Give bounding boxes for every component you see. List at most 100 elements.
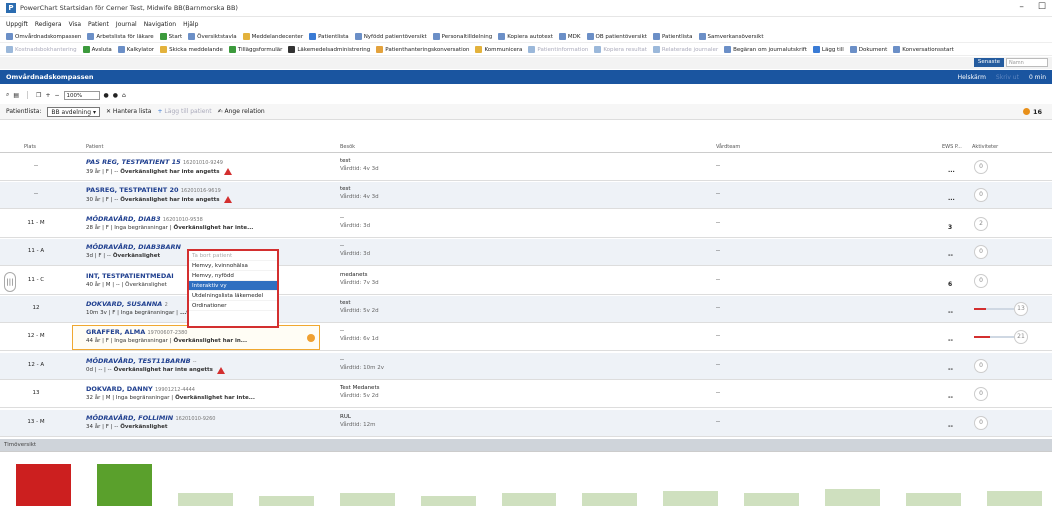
menu-redigera[interactable]: Redigera [35,21,62,28]
toolbar2-button-6[interactable]: Patienthanteringskonversation [376,46,469,53]
table-row[interactable]: 13 DOKVARD, DANNY 19901212-4444 32 år | M … [0,381,1052,409]
toolbar1-button-4[interactable]: Meddelandecenter [242,33,303,40]
print-icon[interactable]: ▤ [13,92,19,99]
patient-list-select[interactable]: BB avdelning ▾ [47,106,100,117]
activities-indicator[interactable]: 0 [968,387,1048,402]
toolbar2-button-5[interactable]: Läkemedelsadministrering [288,46,370,53]
patient-name[interactable]: GRAFFER, ALMA 19700607-2380 [86,328,326,336]
activity-count[interactable]: 0 [974,387,988,402]
toolbar1-button-5[interactable]: Patientlista [309,33,349,40]
col-plats[interactable]: Plats [24,144,36,150]
find-icon[interactable]: ⌕ [6,91,9,99]
context-menu-item[interactable]: Hemvy, nyfödd [189,271,277,281]
activities-indicator[interactable]: 0 [968,245,1048,260]
menu-navigation[interactable]: Navigation [144,21,176,28]
menu-journal[interactable]: Journal [116,21,137,28]
toolbar1-button-0[interactable]: Omvårdnadskompassen [6,33,81,40]
activities-indicator[interactable]: 0 [968,415,1048,430]
patient-name[interactable]: DOKVARD, DANNY 19901212-4444 [86,385,326,393]
maximize-button[interactable]: ☐ [1038,2,1046,12]
toolbar2-button-11[interactable]: Begäran om journalutskrift [724,46,807,53]
activities-indicator[interactable]: 13 [968,302,1048,316]
print-button[interactable]: Skriv ut [996,74,1019,81]
menu-hjalp[interactable]: Hjälp [183,21,198,28]
col-besok[interactable]: Besök [340,144,355,150]
toolbar2-button-14[interactable]: Konversationsstart [893,46,954,53]
patient-cell[interactable]: MÖDRAVÅRD, FOLLIMIN 16201010-9260 34 år |… [86,414,326,430]
toolbar2-button-1[interactable]: Avsluta [82,46,112,53]
toolbar1-button-12[interactable]: Samverkansöversikt [698,33,763,40]
activity-count[interactable]: 21 [1014,330,1028,345]
name-search-input[interactable]: Namn [1006,58,1048,67]
activity-count[interactable]: 0 [974,245,988,260]
manage-list-button[interactable]: ✕ Hantera lista [106,108,152,115]
toolbar1-button-1[interactable]: Arbetslista för läkare [87,33,154,40]
patient-cell[interactable]: GRAFFER, ALMA 19700607-2380 44 år | F | I… [86,328,326,344]
activities-indicator[interactable]: 21 [968,330,1048,345]
toolbar2-button-2[interactable]: Kalkylator [117,46,154,53]
patient-name[interactable]: PASREG, TESTPATIENT 20 16201016-9619 [86,186,326,194]
set-relation-button[interactable]: ✍ Ange relation [218,108,265,115]
toolbar2-button-9[interactable]: Kopiera resultat [594,46,647,53]
toolbar1-button-9[interactable]: MDK [558,33,581,40]
activity-count[interactable]: 0 [974,358,988,373]
home-icon[interactable]: ⌂ [122,92,126,99]
patient-name[interactable]: MÖDRAVÅRD, DIAB3 16201010-9538 [86,215,326,223]
table-row[interactable]: 11 - C INT, TESTPATIENTMEDAI 40 år | M | … [0,268,1052,295]
patient-name[interactable]: PAS REG, TESTPATIENT 15 16201010-9249 [86,158,326,166]
table-row[interactable]: 13 - M MÖDRAVÅRD, FOLLIMIN 16201010-9260 3… [0,409,1052,437]
table-row[interactable]: 11 - M MÖDRAVÅRD, DIAB3 16201010-9538 28 å… [0,211,1052,238]
nav-back-icon[interactable]: ● [104,92,109,99]
activities-indicator[interactable]: 0 [968,160,1048,174]
side-panel-handle[interactable]: ||| [4,272,16,292]
patient-cell[interactable]: PAS REG, TESTPATIENT 15 16201010-9249 39 … [86,158,326,175]
fullscreen-button[interactable]: Helskärm [958,74,986,81]
table-row[interactable]: 12 - A MÖDRAVÅRD, TEST11BARNB -- 0d | -- |… [0,352,1052,380]
zoom-select[interactable]: 100% [63,90,100,100]
patient-cell[interactable]: DOKVARD, DANNY 19901212-4444 32 år | M | … [86,385,326,401]
toolbar1-button-2[interactable]: Start [159,33,182,40]
minimize-button[interactable]: – [1019,2,1024,12]
menu-visa[interactable]: Visa [69,21,81,28]
table-row[interactable]: -- PASREG, TESTPATIENT 20 16201016-9619 30… [0,182,1052,210]
activity-count[interactable]: 0 [974,273,988,288]
toolbar2-button-12[interactable]: Lägg till [812,46,844,53]
toolbar2-button-10[interactable]: Relaterade journaler [652,46,718,53]
toolbar1-button-7[interactable]: Personaltilldelning [432,33,492,40]
nav-forward-icon[interactable]: ● [113,92,118,99]
patient-name[interactable]: MÖDRAVÅRD, TEST11BARNB -- [86,357,326,365]
table-row[interactable]: 11 - A MÖDRAVÅRD, DIAB3BARN 3d | F | -- Öv… [0,239,1052,267]
context-menu-item[interactable]: Interaktiv vy [189,281,277,291]
refresh-button[interactable]: 0 min [1029,74,1046,81]
toolbar1-button-10[interactable]: OB patientöversikt [586,33,647,40]
context-menu-item[interactable]: Hemvy, kvinnohälsa [189,261,277,271]
toolbar2-button-7[interactable]: Kommunicera [475,46,522,53]
patient-name[interactable]: MÖDRAVÅRD, FOLLIMIN 16201010-9260 [86,414,326,422]
recent-dropdown[interactable]: Senaste [973,58,1004,67]
col-patient[interactable]: Patient [86,144,103,150]
zoom-out-icon[interactable]: − [54,92,59,99]
activity-count[interactable]: 13 [1014,302,1028,316]
patient-cell[interactable]: MÖDRAVÅRD, TEST11BARNB -- 0d | -- | -- Öve… [86,357,326,374]
activities-indicator[interactable]: 0 [968,273,1048,288]
toolbar2-button-8[interactable]: Patientinformation [528,46,588,53]
col-aktiviteter[interactable]: Aktiviteter [972,144,998,150]
table-row[interactable]: -- PAS REG, TESTPATIENT 15 16201010-9249 3… [0,154,1052,181]
toolbar1-button-11[interactable]: Patientlista [652,33,693,40]
table-row[interactable]: 12 DOKVARD, SUSANNA 2 10m 3v | F | Inga be… [0,296,1052,323]
context-menu-item[interactable]: Ordinationer [189,301,277,311]
copy-icon[interactable]: ❐ [36,92,41,99]
toolbar2-button-0[interactable]: Kostnadsbokhantering [6,46,77,53]
table-row[interactable]: 12 - M GRAFFER, ALMA 19700607-2380 44 år |… [0,324,1052,352]
col-ews[interactable]: EWS P... [942,144,962,150]
toolbar1-button-6[interactable]: Nyfödd patientöversikt [354,33,427,40]
context-menu-item[interactable]: Ta bort patient [189,251,277,261]
toolbar1-button-8[interactable]: Kopiera autotext [498,33,553,40]
activity-count[interactable]: 0 [974,188,988,203]
context-menu-item[interactable]: Utdelningslista läkemedel [189,291,277,301]
menu-uppgift[interactable]: Uppgift [6,21,28,28]
activity-count[interactable]: 0 [974,160,988,174]
toolbar2-button-13[interactable]: Dokument [849,46,887,53]
toolbar2-button-3[interactable]: Skicka meddelande [160,46,223,53]
patient-cell[interactable]: MÖDRAVÅRD, DIAB3 16201010-9538 28 år | F … [86,215,326,231]
